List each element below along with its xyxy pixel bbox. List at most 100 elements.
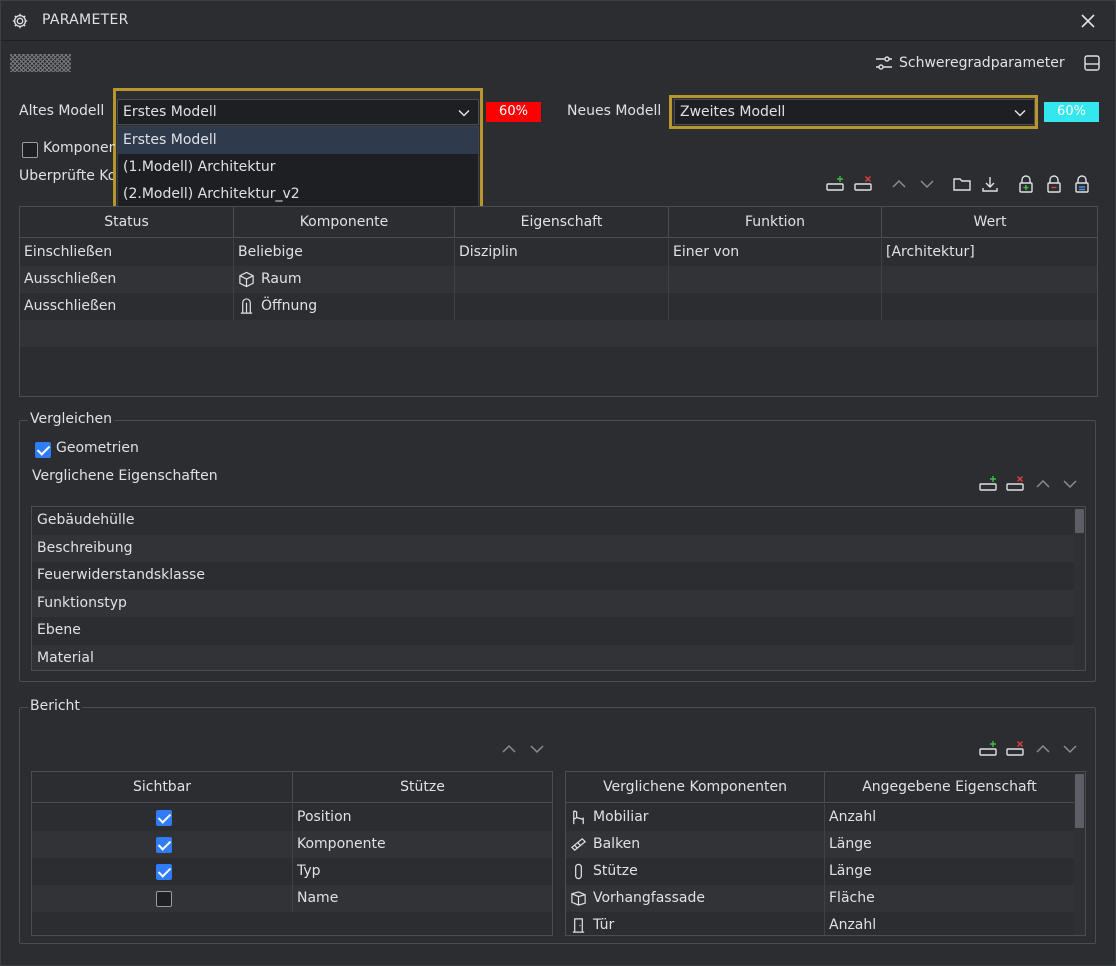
- property-cell: [455, 293, 669, 320]
- table-row[interactable]: Ausschließen Raum: [20, 266, 1097, 293]
- status-cell: Einschließen: [20, 239, 234, 266]
- gear-icon: [12, 13, 28, 29]
- column-icon: [575, 863, 582, 880]
- column-header-specified-property[interactable]: Angegebene Eigenschaft: [825, 772, 1075, 802]
- report-legend: Bericht: [28, 698, 82, 714]
- list-item[interactable]: Material: [32, 644, 1085, 670]
- checked-components-label: Überprüfte Komponenten: [19, 168, 113, 184]
- geometry-label: Geometrien: [56, 440, 139, 456]
- lock-add-icon[interactable]: [1016, 174, 1036, 194]
- property-cell: Anzahl: [825, 912, 1075, 935]
- remove-row-icon[interactable]: [1005, 739, 1025, 759]
- visible-cell: [32, 858, 293, 885]
- component-label: Tür: [593, 917, 615, 933]
- old-model-percent: 60%: [486, 102, 541, 122]
- list-item[interactable]: Gebäudehülle: [32, 507, 1085, 535]
- remove-row-icon[interactable]: [1005, 474, 1025, 494]
- chevron-up-icon[interactable]: [1033, 739, 1053, 759]
- status-cell: Ausschließen: [20, 266, 234, 293]
- list-item[interactable]: Beschreibung: [32, 534, 1085, 562]
- scrollbar[interactable]: [1074, 507, 1085, 670]
- chevron-down-icon[interactable]: [527, 739, 547, 759]
- component-cell: Raum: [234, 266, 455, 293]
- component-cell: Mobiliar: [566, 804, 825, 831]
- lock-remove-icon[interactable]: [1044, 174, 1064, 194]
- scrollbar-thumb[interactable]: [1075, 774, 1084, 828]
- column-header-visible[interactable]: Sichtbar: [32, 772, 293, 802]
- components-checkbox[interactable]: [22, 142, 38, 158]
- visible-columns-table: Sichtbar Stütze Position Komponente Typ …: [31, 771, 553, 936]
- visible-checkbox[interactable]: [156, 863, 172, 880]
- table-row[interactable]: Komponente: [32, 831, 552, 858]
- table-row[interactable]: Vorhangfassade Fläche: [566, 885, 1076, 912]
- chevron-up-icon[interactable]: [1033, 474, 1053, 494]
- new-model-highlight: [669, 95, 1038, 129]
- dropdown-option[interactable]: (1.Modell) Architektur: [118, 154, 478, 181]
- column-header-status[interactable]: Status: [20, 207, 234, 237]
- add-row-icon[interactable]: [978, 474, 998, 494]
- new-model-label: Neues Modell: [567, 103, 662, 119]
- component-label: Balken: [593, 836, 641, 852]
- chevron-up-icon[interactable]: [889, 174, 909, 194]
- table-row[interactable]: Einschließen Beliebige Disziplin Einer v…: [20, 239, 1097, 266]
- visible-checkbox[interactable]: [156, 890, 172, 907]
- table-row[interactable]: Name: [32, 885, 552, 912]
- table-row[interactable]: Balken Länge: [566, 831, 1076, 858]
- lock-edit-icon[interactable]: [1072, 174, 1092, 194]
- visible-cell: [32, 831, 293, 858]
- column-header-property[interactable]: Eigenschaft: [455, 207, 669, 237]
- column-header-component[interactable]: Komponente: [234, 207, 455, 237]
- chevron-down-icon[interactable]: [1060, 739, 1080, 759]
- visible-checkbox[interactable]: [156, 836, 172, 853]
- table-row[interactable]: Mobiliar Anzahl: [566, 804, 1075, 831]
- dropdown-option[interactable]: (2.Modell) Architektur_v2: [118, 181, 478, 208]
- table-row[interactable]: Position: [32, 804, 552, 831]
- table-row[interactable]: Typ: [32, 858, 552, 885]
- value-cell: [882, 266, 1097, 293]
- add-row-icon[interactable]: [978, 739, 998, 759]
- column-name-cell: Position: [297, 809, 352, 825]
- component-label: Stütze: [593, 863, 638, 879]
- remove-row-icon[interactable]: [853, 174, 873, 194]
- function-cell: Einer von: [669, 239, 882, 266]
- panel-toggle-icon[interactable]: [1083, 54, 1101, 72]
- column-header-compared-components[interactable]: Verglichene Komponenten: [566, 772, 825, 802]
- visible-checkbox[interactable]: [156, 809, 172, 826]
- property-cell: Anzahl: [825, 804, 1075, 831]
- add-row-icon[interactable]: [825, 174, 845, 194]
- title-bar: PARAMETER: [1, 1, 1115, 41]
- scrollbar-thumb[interactable]: [1075, 509, 1084, 533]
- beam-icon: [570, 838, 587, 851]
- table-row[interactable]: Stütze Länge: [566, 858, 1075, 885]
- close-icon[interactable]: [1079, 12, 1097, 30]
- status-cell: Ausschließen: [20, 293, 234, 320]
- filter-table-header: Status Komponente Eigenschaft Funktion W…: [20, 207, 1097, 238]
- opening-icon: [240, 298, 253, 314]
- column-header-column[interactable]: Stütze: [293, 772, 552, 802]
- chevron-down-icon[interactable]: [917, 174, 937, 194]
- compare-legend: Vergleichen: [28, 411, 114, 427]
- geometry-checkbox[interactable]: [35, 442, 51, 458]
- list-item[interactable]: Feuerwiderstandsklasse: [32, 562, 1085, 590]
- table-row[interactable]: Ausschließen Öffnung: [20, 293, 1097, 320]
- column-header-value[interactable]: Wert: [882, 207, 1097, 237]
- folder-icon[interactable]: [952, 174, 972, 194]
- scrollbar[interactable]: [1074, 772, 1085, 935]
- visible-cell: [32, 804, 293, 831]
- compared-properties-list: Gebäudehülle Beschreibung Feuerwiderstan…: [31, 506, 1086, 671]
- table-row[interactable]: Tür Anzahl: [566, 912, 1075, 935]
- component-cell: Stütze: [566, 858, 825, 885]
- list-item[interactable]: Funktionstyp: [32, 589, 1085, 617]
- component-cell: Balken: [566, 831, 825, 858]
- chevron-up-icon[interactable]: [499, 739, 519, 759]
- list-item[interactable]: Ebene: [32, 617, 1085, 645]
- download-icon[interactable]: [980, 174, 1000, 194]
- filter-table: Status Komponente Eigenschaft Funktion W…: [19, 206, 1098, 397]
- severity-parameters-button[interactable]: Schweregradparameter: [875, 53, 1065, 73]
- dropdown-option[interactable]: Erstes Modell: [118, 127, 478, 154]
- grip-handle[interactable]: [10, 54, 71, 72]
- column-header-function[interactable]: Funktion: [669, 207, 882, 237]
- value-cell: [882, 293, 1097, 320]
- chevron-down-icon[interactable]: [1060, 474, 1080, 494]
- property-cell: Länge: [825, 831, 1075, 858]
